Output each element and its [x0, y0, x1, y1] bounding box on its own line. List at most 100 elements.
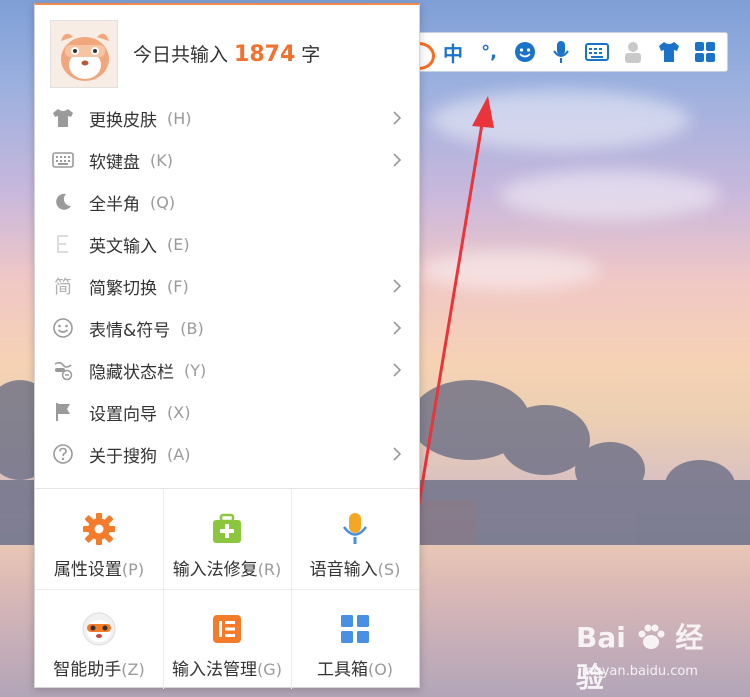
grid-item-shortcut: (Z) — [121, 660, 145, 679]
menu-item-simplified-traditional[interactable]: 简 简繁切换 (F) — [35, 265, 419, 307]
grid-item-shortcut: (O) — [367, 660, 394, 679]
baidu-jingyan-watermark: Bai 经验 jingyan.baidu.com — [576, 610, 726, 694]
emoji-icon[interactable] — [507, 32, 543, 72]
punctuation-icon[interactable]: °, — [471, 32, 507, 72]
watermark-brand-text: Bai — [576, 621, 626, 654]
user-icon[interactable] — [615, 32, 651, 72]
grid-item-text: 工具箱 — [316, 660, 368, 680]
hide-statusbar-icon — [51, 358, 75, 382]
grid-item-shortcut: (S) — [377, 560, 401, 579]
chevron-right-icon — [393, 279, 402, 293]
punctuation-label: °, — [481, 41, 497, 63]
grid-item-label: 属性设置(P) — [54, 555, 144, 580]
menu-item-hide-status-bar[interactable]: 隐藏状态栏 (Y) — [35, 349, 419, 391]
menu-item-shortcut: (X) — [167, 402, 191, 422]
grid-item-properties[interactable]: 属性设置(P) — [35, 489, 163, 589]
toolbox-icon[interactable] — [687, 32, 723, 72]
avatar — [50, 20, 118, 88]
smiley-icon — [51, 316, 75, 340]
daily-count-suffix: 字 — [301, 44, 321, 66]
chinese-mode-icon[interactable]: 中 — [435, 32, 471, 72]
flag-icon — [51, 400, 75, 424]
menu-header: 今日共输入 1874 字 — [35, 5, 419, 95]
chevron-right-icon — [393, 447, 402, 461]
menu-item-shortcut: (Q) — [150, 192, 176, 212]
jian-char-icon: 简 — [51, 274, 75, 298]
menu-item-label: 设置向导 — [89, 404, 157, 425]
menu-item-setup-wizard[interactable]: 设置向导 (X) — [35, 391, 419, 433]
chinese-mode-label: 中 — [443, 41, 463, 66]
daily-input-count: 今日共输入 1874 字 — [133, 40, 320, 67]
moon-icon — [51, 190, 75, 214]
menu-item-label: 软键盘 — [89, 152, 140, 173]
grid-item-label: 语音输入(S) — [310, 555, 401, 580]
grid-item-text: 输入法管理 — [172, 660, 258, 680]
menu-item-label: 简繁切换 — [89, 278, 157, 299]
microphone-icon[interactable] — [543, 32, 579, 72]
menu-item-full-half-width[interactable]: 全半角 (Q) — [35, 181, 419, 223]
menu-item-label: 关于搜狗 — [89, 446, 157, 467]
quick-action-grid: 属性设置(P) 输入法修复(R) 语音输入(S) 智能助手(Z) 输入法管理(G — [35, 488, 419, 689]
jian-char-glyph: 简 — [54, 277, 72, 298]
gear-icon — [81, 511, 117, 547]
grid-item-text: 智能助手 — [53, 660, 122, 680]
toolbox-grid-icon — [337, 611, 373, 647]
menu-item-shortcut: (A) — [167, 444, 191, 464]
menu-item-shortcut: (K) — [150, 150, 173, 170]
chevron-right-icon — [393, 111, 402, 125]
menu-item-label: 更换皮肤 — [89, 110, 157, 131]
grid-item-label: 输入法管理(G) — [172, 655, 282, 680]
daily-count-prefix: 今日共输入 — [133, 44, 229, 66]
menu-item-label: 隐藏状态栏 — [89, 362, 174, 383]
grid-item-shortcut: (G) — [257, 660, 282, 679]
grid-item-text: 属性设置 — [53, 560, 122, 580]
grid-item-toolbox[interactable]: 工具箱(O) — [291, 589, 419, 689]
grid-item-label: 工具箱(O) — [317, 655, 393, 680]
grid-item-label: 输入法修复(R) — [173, 555, 282, 580]
ime-status-bar: 中 °, — [416, 32, 728, 72]
menu-item-shortcut: (B) — [180, 318, 204, 338]
manage-list-icon — [209, 611, 245, 647]
keyboard-icon — [51, 148, 75, 172]
daily-count-value: 1874 — [234, 42, 296, 67]
paw-icon — [638, 624, 665, 649]
menu-item-skin[interactable]: 更换皮肤 (H) — [35, 97, 419, 139]
grid-item-voice-input[interactable]: 语音输入(S) — [291, 489, 419, 589]
watermark-brand: Bai 经验 — [576, 616, 726, 696]
cloud — [420, 250, 600, 290]
chevron-right-icon — [393, 363, 402, 377]
shirt-icon — [51, 106, 75, 130]
help-circle-icon — [51, 442, 75, 466]
assistant-mascot-icon — [81, 611, 117, 647]
menu-item-shortcut: (Y) — [184, 360, 207, 380]
grid-item-shortcut: (R) — [257, 560, 282, 579]
menu-item-emoji-symbols[interactable]: 表情&符号 (B) — [35, 307, 419, 349]
repair-kit-icon — [209, 511, 245, 547]
cloud — [430, 90, 690, 150]
menu-item-shortcut: (E) — [167, 234, 190, 254]
keyboard-icon[interactable] — [579, 32, 615, 72]
menu-item-list: 更换皮肤 (H) 软键盘 (K) 全半角 (Q) 英文输入 (E) 简 简繁切换… — [35, 97, 419, 475]
grid-item-shortcut: (P) — [121, 560, 145, 579]
grid-item-text: 输入法修复 — [172, 560, 258, 580]
grid-item-label: 智能助手(Z) — [53, 655, 144, 680]
menu-item-label: 表情&符号 — [89, 320, 171, 341]
menu-item-label: 英文输入 — [89, 236, 157, 257]
chevron-right-icon — [393, 321, 402, 335]
cloud — [500, 170, 720, 220]
menu-item-label: 全半角 — [89, 194, 140, 215]
skin-shirt-icon[interactable] — [651, 32, 687, 72]
menu-item-english-input[interactable]: 英文输入 (E) — [35, 223, 419, 265]
watermark-url: jingyan.baidu.com — [578, 664, 698, 679]
grid-item-repair[interactable]: 输入法修复(R) — [163, 489, 291, 589]
menu-item-about-sogou[interactable]: 关于搜狗 (A) — [35, 433, 419, 475]
chevron-right-icon — [393, 153, 402, 167]
menu-item-shortcut: (H) — [167, 108, 192, 128]
grid-item-ime-manager[interactable]: 输入法管理(G) — [163, 589, 291, 689]
menu-item-soft-keyboard[interactable]: 软键盘 (K) — [35, 139, 419, 181]
letter-e-icon — [51, 232, 75, 256]
grid-item-smart-assistant[interactable]: 智能助手(Z) — [35, 589, 163, 689]
ime-context-menu: 今日共输入 1874 字 更换皮肤 (H) 软键盘 (K) 全半角 (Q) 英文… — [34, 3, 420, 689]
microphone-icon — [337, 511, 373, 547]
grid-item-text: 语音输入 — [309, 560, 378, 580]
